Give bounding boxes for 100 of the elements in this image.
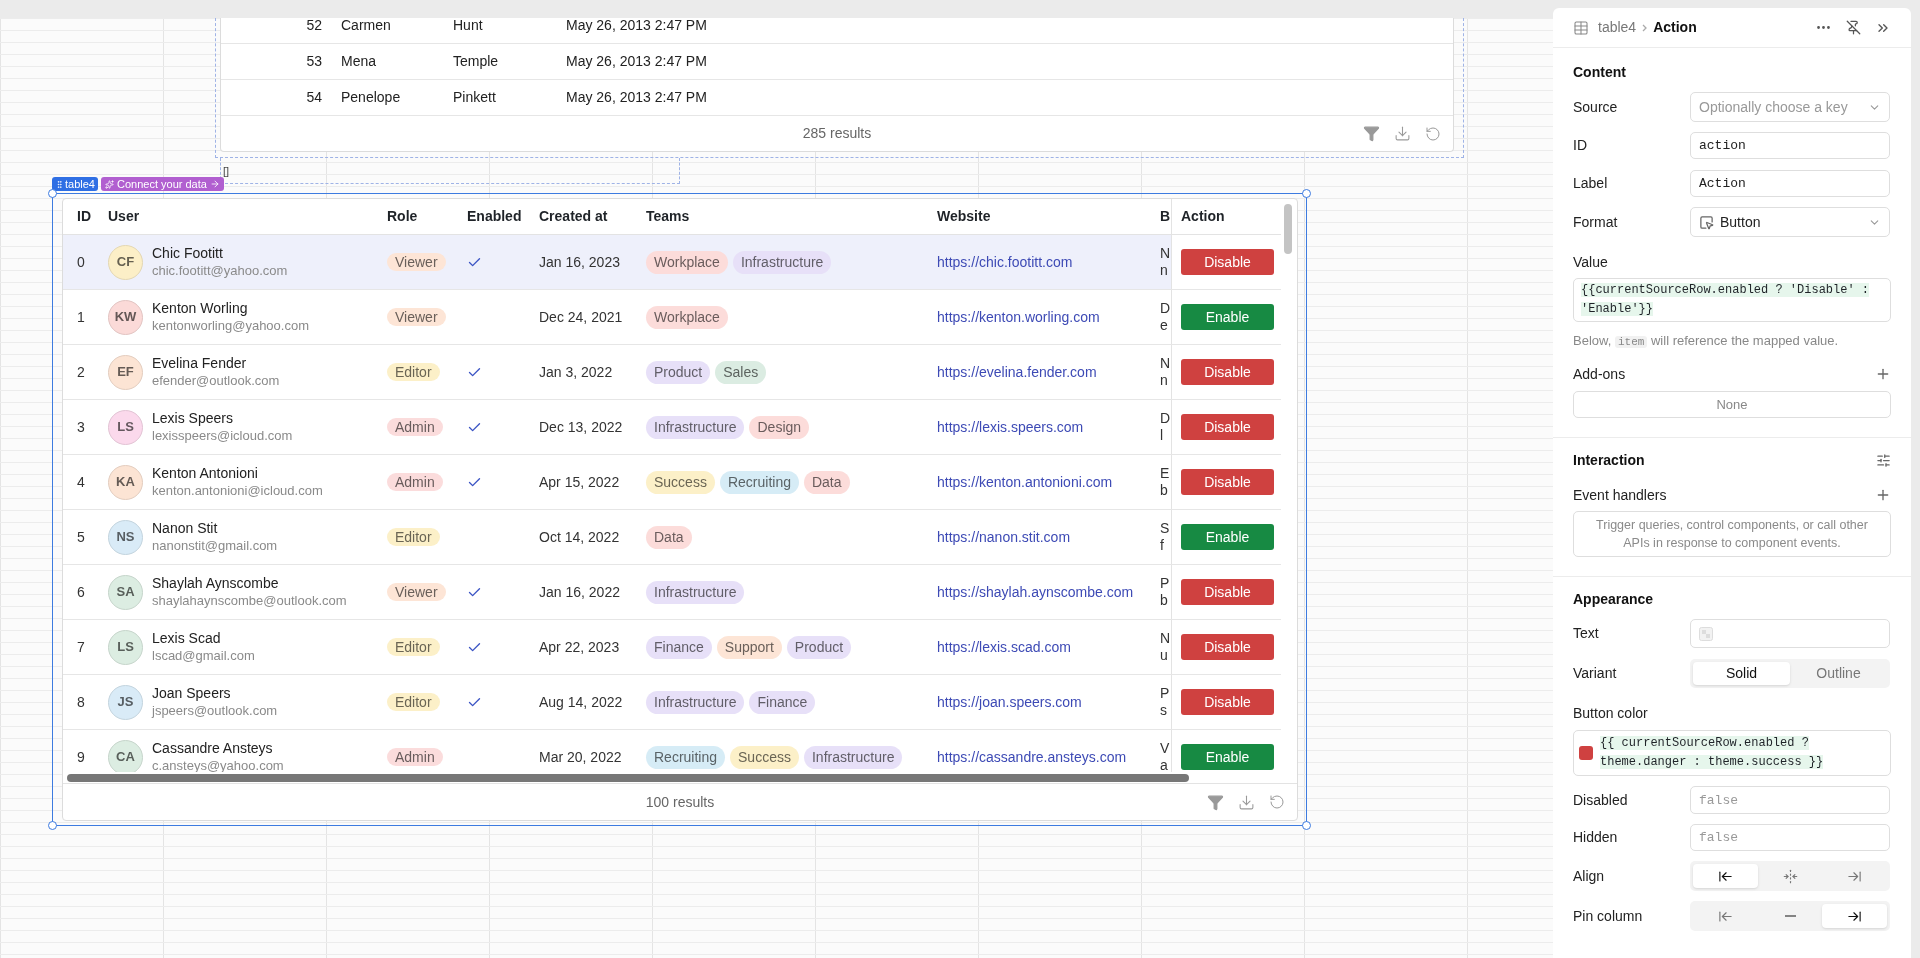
variant-option[interactable]: Solid	[1693, 662, 1790, 685]
table-row[interactable]: 4 KA Kenton Antonioni kenton.antonioni@icloud.com Admin Apr 15, 2022 Success Recruiting Data https://kenton.antonioni.com E b Disable	[63, 455, 1281, 510]
field-label: Align	[1573, 866, 1606, 886]
table-row[interactable]: 8 JS Joan Speers jspeers@outlook.com Editor Aug 14, 2022 Infrastructure Finance https://joan.speers.com P s Disable	[63, 675, 1281, 730]
refresh-icon[interactable]	[1269, 794, 1285, 810]
hidden-field[interactable]: false	[1690, 824, 1890, 851]
column-header[interactable]: Created at	[539, 206, 608, 227]
website-link[interactable]: https://kenton.worling.com	[937, 309, 1100, 325]
connect-data-button[interactable]: Connect your data	[101, 177, 224, 191]
website-link[interactable]: https://nanon.stit.com	[937, 529, 1071, 545]
action-button[interactable]: Disable	[1181, 634, 1274, 660]
add-icon[interactable]	[1875, 487, 1891, 503]
action-button[interactable]: Disable	[1181, 359, 1274, 385]
text-field[interactable]	[1690, 619, 1890, 648]
component-tag[interactable]: table4	[52, 177, 98, 191]
column-header[interactable]: Action	[1181, 206, 1225, 227]
table-row[interactable]: 6 SA Shaylah Aynscombe shaylahaynscombe@outlook.com Viewer Jan 16, 2022 Infrastructure https://shaylah.aynscombe.com P b Disable	[63, 565, 1281, 620]
filter-icon[interactable]	[1363, 125, 1380, 142]
table-cell: Aug 14, 2022	[539, 694, 623, 710]
role-tag: Admin	[387, 473, 443, 491]
column-header[interactable]: User	[108, 206, 140, 227]
resize-handle[interactable]	[1302, 821, 1311, 830]
website-link[interactable]: https://cassandre.ansteys.com	[937, 749, 1127, 765]
team-tag: Finance	[646, 635, 712, 659]
table-row[interactable]: 5 NS Nanon Stit nanonstit@gmail.com Editor Oct 14, 2022 Data https://nanon.stit.com S f Enable	[63, 510, 1281, 565]
table-cell: Jan 16, 2023	[539, 254, 620, 270]
column-header[interactable]: Role	[387, 206, 418, 227]
website-link[interactable]: https://lexis.scad.com	[937, 639, 1071, 655]
image-placeholder-icon	[1699, 626, 1713, 641]
user-email: efender@outlook.com	[152, 372, 280, 390]
team-tag: Infrastructure	[646, 580, 745, 604]
action-button[interactable]: Disable	[1181, 249, 1274, 275]
role-tag: Editor	[387, 638, 440, 656]
table-cell: Oct 14, 2022	[539, 529, 620, 545]
website-link[interactable]: https://shaylah.aynscombe.com	[937, 584, 1134, 600]
refresh-icon[interactable]	[1425, 125, 1441, 142]
add-icon[interactable]	[1875, 366, 1891, 382]
user-email: shaylahaynscombe@outlook.com	[152, 592, 347, 610]
user-name: Shaylah Aynscombe	[152, 574, 280, 592]
color-swatch[interactable]	[1579, 746, 1593, 760]
column-header[interactable]: Teams	[646, 206, 690, 227]
action-button[interactable]: Enable	[1181, 524, 1274, 550]
scrollbar-thumb[interactable]	[67, 773, 1189, 782]
team-tag: Sales	[715, 360, 767, 384]
table-row[interactable]: 1 KW Kenton Worling kentonworling@yahoo.com Viewer Dec 24, 2021 Workplace https://kenton.worling.com D e Enable	[63, 290, 1281, 345]
website-link[interactable]: https://evelina.fender.com	[937, 364, 1097, 380]
download-icon[interactable]	[1238, 793, 1255, 811]
table-row[interactable]: 3 LS Lexis Speers lexisspeers@icloud.com Admin Dec 13, 2022 Infrastructure Design https://lexis.speers.com D l Disable	[63, 400, 1281, 455]
action-button[interactable]: Enable	[1181, 744, 1274, 770]
website-link[interactable]: https://joan.speers.com	[937, 694, 1082, 710]
action-button[interactable]: Disable	[1181, 579, 1274, 605]
table-cell-text: f	[1160, 537, 1165, 554]
hint-text: Below, item will reference the mapped value.	[1573, 332, 1839, 351]
action-button[interactable]: Disable	[1181, 414, 1274, 440]
label-field[interactable]: Action	[1690, 170, 1890, 197]
align-right-option[interactable]	[1822, 904, 1887, 928]
field-label: Event handlers	[1573, 485, 1667, 505]
team-tag: Product	[786, 635, 852, 659]
breadcrumb-current: Action	[1653, 18, 1697, 37]
action-button[interactable]: Disable	[1181, 689, 1274, 715]
action-button[interactable]: Enable	[1181, 304, 1274, 330]
section-title: Appearance	[1573, 589, 1654, 609]
table-row[interactable]: 0 CF Chic Footitt chic.footitt@yahoo.com Viewer Jan 16, 2023 Workplace Infrastructure https://chic.footitt.com N n Disable	[63, 235, 1281, 290]
resize-handle[interactable]	[48, 189, 57, 198]
field-label: Format	[1573, 212, 1619, 232]
column-header[interactable]: Website	[937, 206, 991, 227]
user-email: kenton.antonioni@icloud.com	[152, 482, 323, 500]
table-cell: Jan 16, 2022	[539, 584, 620, 600]
scrollbar-thumb[interactable]	[1284, 204, 1292, 254]
resize-handle[interactable]	[1302, 189, 1311, 198]
column-header[interactable]: Enabled	[467, 206, 522, 227]
align-left-option[interactable]	[1693, 864, 1758, 888]
table-cell-text: Temple	[453, 52, 500, 71]
breadcrumb-link[interactable]: table4	[1598, 17, 1637, 38]
download-icon[interactable]	[1394, 125, 1411, 142]
table-cell-text: Carmen	[341, 18, 392, 35]
table-cell: Mar 20, 2022	[539, 749, 622, 765]
table-row[interactable]: 2 EF Evelina Fender efender@outlook.com Editor Jan 3, 2022 Product Sales https://evelina.fender.com N n Disable	[63, 345, 1281, 400]
table-cell: Dec 24, 2021	[539, 309, 623, 325]
id-field[interactable]: action	[1690, 132, 1890, 159]
filter-icon[interactable]	[1207, 793, 1224, 811]
team-tag: Support	[716, 635, 782, 659]
variant-option[interactable]: Outline	[1790, 662, 1887, 685]
website-link[interactable]: https://kenton.antonioni.com	[937, 474, 1113, 490]
column-header[interactable]: ID	[77, 206, 91, 227]
user-name: Lexis Speers	[152, 409, 234, 427]
action-button[interactable]: Disable	[1181, 469, 1274, 495]
column-header[interactable]: B	[1160, 206, 1171, 227]
color-code-field[interactable]: {{ currentSourceRow.enabled ? theme.danger : theme.success }}	[1573, 730, 1891, 776]
table-row[interactable]: 7 LS Lexis Scad lscad@gmail.com Editor Apr 22, 2023 Finance Support Product https://lexis.scad.com N u Disable	[63, 620, 1281, 675]
website-link[interactable]: https://chic.footitt.com	[937, 254, 1073, 270]
empty-list-box: Trigger queries, control components, or call other APIs in response to component events.	[1573, 511, 1891, 557]
website-link[interactable]: https://lexis.speers.com	[937, 419, 1084, 435]
table-cell-text: Hunt	[453, 18, 484, 35]
format-select[interactable]: Button	[1690, 207, 1890, 237]
resize-handle[interactable]	[48, 821, 57, 830]
pin-off-icon[interactable]	[1846, 20, 1861, 35]
field-label: Source	[1573, 97, 1619, 117]
settings-icon[interactable]	[1876, 452, 1891, 468]
code-field[interactable]: {{currentSourceRow.enabled ? 'Disable' : 'Enable'}}	[1573, 278, 1891, 322]
